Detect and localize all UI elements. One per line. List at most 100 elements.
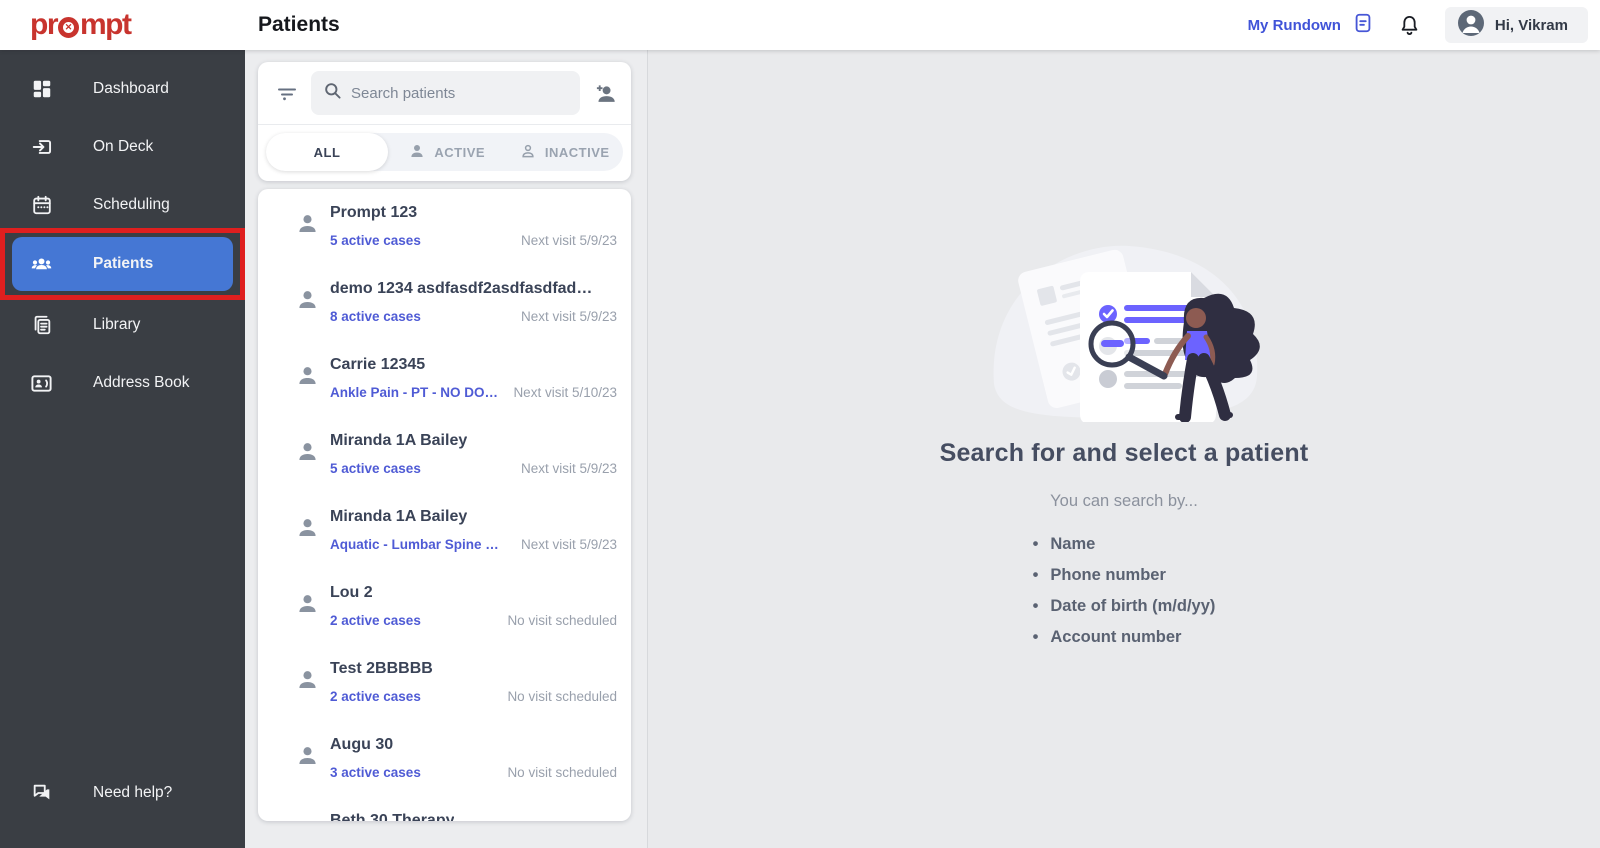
calendar-icon xyxy=(30,194,53,217)
patients-icon xyxy=(30,253,53,276)
patient-results-list: Prompt 123 5 active cases Next visit 5/9… xyxy=(258,189,631,821)
patient-avatar-icon xyxy=(294,666,321,698)
patient-list-item[interactable]: Beth 30 Therapy xyxy=(258,797,631,821)
library-icon xyxy=(30,314,53,337)
patient-avatar-icon xyxy=(294,438,321,470)
logo-text-right: mpt xyxy=(80,10,131,40)
patient-avatar-icon xyxy=(294,590,321,622)
sidebar-item-label: Library xyxy=(93,316,140,334)
sidebar-item-patients[interactable]: Patients xyxy=(12,237,233,291)
add-patient-button[interactable] xyxy=(592,81,617,106)
tab-inactive[interactable]: INACTIVE xyxy=(506,133,624,171)
chat-icon xyxy=(30,782,53,805)
sidebar-item-on-deck[interactable]: On Deck xyxy=(0,124,245,170)
patient-list-item[interactable]: Lou 2 2 active cases No visit scheduled xyxy=(258,569,631,645)
patient-name: Test 2BBBBB xyxy=(330,660,433,678)
app-window: pr✕mpt Patients My Rundown xyxy=(0,0,1600,848)
search-by-item: Date of birth (m/d/yy) xyxy=(1033,597,1216,616)
notifications-bell-icon[interactable] xyxy=(1398,14,1421,37)
patient-list-panel: ALL ACTIVE xyxy=(245,50,648,848)
sidebar-item-library[interactable]: Library xyxy=(0,302,245,348)
on-deck-icon xyxy=(30,136,53,159)
avatar xyxy=(1457,9,1485,42)
need-help-label: Need help? xyxy=(93,784,172,802)
patient-cases-link[interactable]: Aquatic - Lumbar Spine … xyxy=(330,537,499,552)
empty-state-heading: Search for and select a patient xyxy=(940,439,1309,468)
sidebar-item-address-book[interactable]: Address Book xyxy=(0,360,245,406)
sidebar-nav: Dashboard On Deck xyxy=(0,50,245,848)
patient-avatar-icon xyxy=(294,362,321,394)
patient-next-visit: Next visit 5/9/23 xyxy=(521,537,617,552)
user-menu[interactable]: Hi, Vikram xyxy=(1445,7,1588,43)
patient-name: Lou 2 xyxy=(330,584,373,602)
sidebar-item-label: On Deck xyxy=(93,138,153,156)
patient-next-visit: Next visit 5/9/23 xyxy=(521,461,617,476)
patient-avatar-icon xyxy=(294,286,321,318)
patient-avatar-icon xyxy=(294,210,321,242)
patient-filter-tabs: ALL ACTIVE xyxy=(266,133,623,171)
search-icon xyxy=(323,81,342,105)
patients-annotation-box: Patients xyxy=(0,228,245,300)
tab-active[interactable]: ACTIVE xyxy=(388,133,506,171)
main-content: Search for and select a patient You can … xyxy=(648,50,1600,848)
sidebar-spacer xyxy=(0,418,245,770)
patient-list-item[interactable]: Augu 30 3 active cases No visit schedule… xyxy=(258,721,631,797)
patient-name: Prompt 123 xyxy=(330,204,417,222)
logo-area: pr✕mpt xyxy=(0,10,245,40)
patient-cases-link[interactable]: 3 active cases xyxy=(330,765,421,780)
top-bar: pr✕mpt Patients My Rundown xyxy=(0,0,1600,50)
topbar-right: My Rundown xyxy=(1248,7,1600,43)
sidebar-item-label: Address Book xyxy=(93,374,190,392)
patient-cases-link[interactable]: 2 active cases xyxy=(330,613,421,628)
patient-name: Beth 30 Therapy xyxy=(330,812,454,821)
patient-next-visit: No visit scheduled xyxy=(507,613,617,628)
search-by-item: Account number xyxy=(1033,628,1216,647)
search-illustration xyxy=(969,226,1279,427)
patient-avatar-icon xyxy=(294,742,321,774)
patient-avatar-icon xyxy=(294,514,321,546)
sidebar-item-label: Patients xyxy=(93,255,153,273)
sidebar-item-dashboard[interactable]: Dashboard xyxy=(0,66,245,112)
patient-next-visit: Next visit 5/10/23 xyxy=(513,385,617,400)
patient-list-item[interactable]: Test 2BBBBB 2 active cases No visit sche… xyxy=(258,645,631,721)
patient-list-item[interactable]: Miranda 1A Bailey 5 active cases Next vi… xyxy=(258,417,631,493)
patient-next-visit: Next visit 5/9/23 xyxy=(521,233,617,248)
address-book-icon xyxy=(30,372,53,395)
patient-list-item[interactable]: Miranda 1A Bailey Aquatic - Lumbar Spine… xyxy=(258,493,631,569)
greeting-text: Hi, Vikram xyxy=(1495,17,1568,34)
patient-list-item[interactable]: Carrie 12345 Ankle Pain - PT - NO DO… Ne… xyxy=(258,341,631,417)
logo-o-mark: ✕ xyxy=(58,17,79,38)
patient-cases-link[interactable]: 2 active cases xyxy=(330,689,421,704)
empty-state-subheading: You can search by... xyxy=(1050,492,1198,511)
patient-name: demo 1234 asdfasdf2asdfasdfad… xyxy=(330,280,592,298)
patient-name: Augu 30 xyxy=(330,736,393,754)
logo-text-left: pr xyxy=(30,10,57,40)
search-patients-input[interactable] xyxy=(351,85,568,102)
patient-search-box[interactable] xyxy=(311,71,580,115)
need-help-button[interactable]: Need help? xyxy=(0,770,245,816)
patient-search-card: ALL ACTIVE xyxy=(258,62,631,181)
dashboard-icon xyxy=(30,78,53,101)
sidebar-item-label: Scheduling xyxy=(93,196,170,214)
search-card-divider xyxy=(258,124,631,125)
rundown-document-icon xyxy=(1352,12,1374,38)
my-rundown-link[interactable]: My Rundown xyxy=(1248,12,1374,38)
patient-list-item[interactable]: Prompt 123 5 active cases Next visit 5/9… xyxy=(258,189,631,265)
patient-next-visit: No visit scheduled xyxy=(507,689,617,704)
sidebar-item-scheduling[interactable]: Scheduling xyxy=(0,182,245,228)
patient-name: Carrie 12345 xyxy=(330,356,425,374)
patient-list-item[interactable]: demo 1234 asdfasdf2asdfasdfad… 8 active … xyxy=(258,265,631,341)
prompt-logo[interactable]: pr✕mpt xyxy=(30,10,131,40)
patient-cases-link[interactable]: 5 active cases xyxy=(330,233,421,248)
tab-all[interactable]: ALL xyxy=(266,133,388,171)
patient-cases-link[interactable]: Ankle Pain - PT - NO DO… xyxy=(330,385,498,400)
patient-avatar-icon xyxy=(294,818,321,821)
patient-name: Miranda 1A Bailey xyxy=(330,432,467,450)
patient-cases-link[interactable]: 8 active cases xyxy=(330,309,421,324)
filter-button[interactable] xyxy=(275,81,299,105)
sidebar-item-label: Dashboard xyxy=(93,80,169,98)
search-by-list: Name Phone number Date of birth (m/d/yy)… xyxy=(1033,535,1216,659)
patient-cases-link[interactable]: 5 active cases xyxy=(330,461,421,476)
search-by-item: Phone number xyxy=(1033,566,1216,585)
person-outline-icon xyxy=(519,142,537,163)
